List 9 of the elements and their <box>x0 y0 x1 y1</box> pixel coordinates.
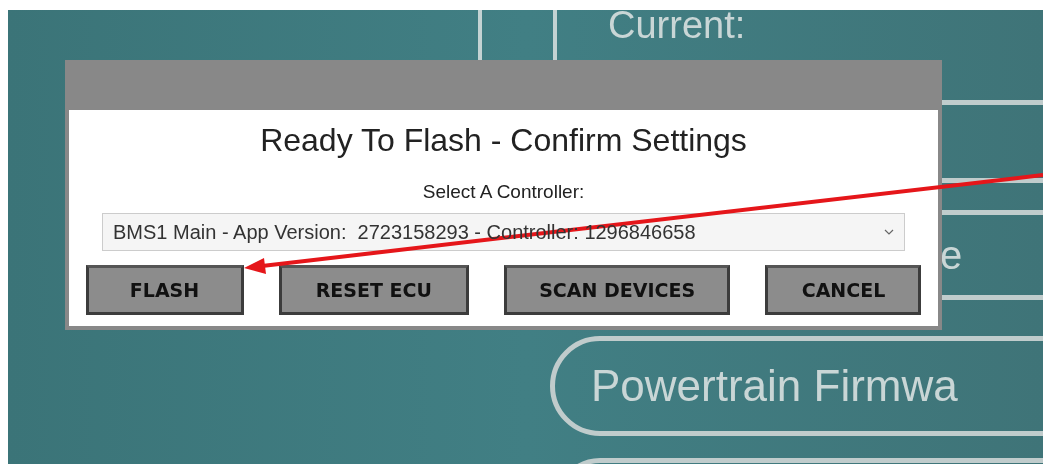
current-heading: Current: <box>608 10 746 47</box>
select-label: Select A Controller: <box>422 181 585 203</box>
dialog-button[interactable]: CANCEL <box>765 265 922 315</box>
menu-pill[interactable]: Powertrain Firmwa <box>550 336 1043 436</box>
chevron-down-icon <box>884 229 894 235</box>
dialog-button[interactable]: FLASH <box>85 265 244 315</box>
dialog-title: Ready To Flash - Confirm Settings <box>260 122 747 159</box>
dialog-button[interactable]: SCAN DEVICES <box>504 265 731 315</box>
dialog-button[interactable]: RESET ECU <box>278 265 469 315</box>
